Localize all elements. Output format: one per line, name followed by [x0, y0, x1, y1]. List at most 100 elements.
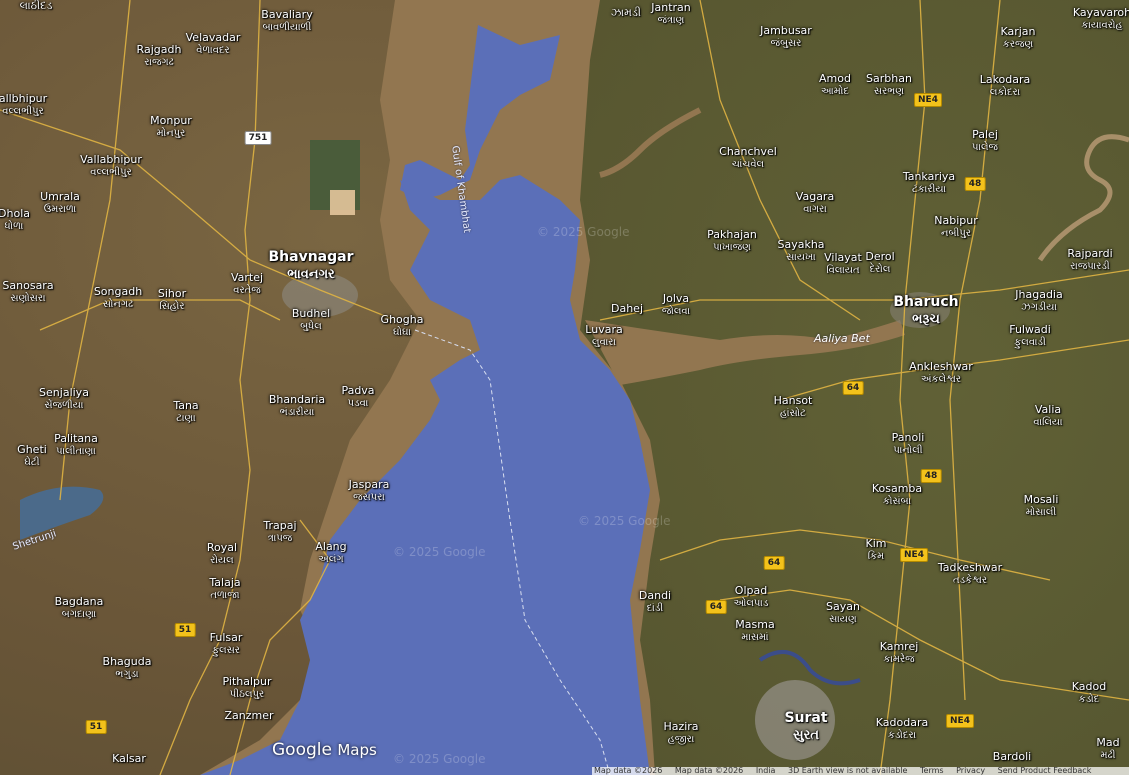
road-shield-51: 51 [85, 720, 107, 734]
place-label[interactable]: Trapaj ત્રાપજ [263, 519, 296, 545]
place-label[interactable]: Mosali મોસાલી [1024, 493, 1059, 519]
place-label[interactable]: Valia વાલિયા [1033, 403, 1062, 429]
road-shield-64: 64 [705, 600, 727, 614]
place-label[interactable]: Bhaguda ભગુડા [103, 655, 152, 681]
place-label[interactable]: Kalsar [112, 752, 146, 766]
place-label[interactable]: Hazira હજીરા [663, 720, 698, 746]
road-shield-ne4: NE4 [914, 93, 942, 107]
road-shield-48: 48 [920, 469, 942, 483]
place-label[interactable]: Zanzmer [224, 709, 273, 723]
road-shield-ne4: NE4 [900, 548, 928, 562]
place-label[interactable]: Amod આમોદ [819, 72, 851, 98]
place-label[interactable]: Luvara લુવારા [585, 323, 622, 349]
map-data-attribution: Map data ©2026 [594, 767, 663, 775]
place-label[interactable]: Sayakha સાયખા [777, 238, 824, 264]
place-label[interactable]: Kadodara કડોદરા [876, 716, 928, 742]
place-label[interactable]: Monpur મોનપુર [150, 114, 192, 140]
place-label[interactable]: Olpad ઓલપાડ [734, 584, 769, 610]
place-label[interactable]: Palitana પાલીતાણા [54, 432, 98, 458]
place-label[interactable]: Bhavnagar ભાવનગર [269, 249, 354, 283]
watermark: © 2025 Google [578, 514, 671, 528]
place-label[interactable]: Surat સુરત [784, 710, 827, 744]
place-label[interactable]: Dandi દાંડી [639, 589, 671, 615]
feedback-link[interactable]: Send Product Feedback [998, 767, 1092, 775]
place-label[interactable]: Tankariya ટંકારીયા [903, 170, 955, 196]
place-label[interactable]: Budhel બુધેલ [292, 307, 330, 333]
terms-link[interactable]: Terms [920, 767, 944, 775]
road-shield-51: 51 [174, 623, 196, 637]
earth-view-notice: 3D Earth view is not available [788, 767, 908, 775]
place-label[interactable]: Umrala ઉમરાળા [40, 190, 80, 216]
place-label[interactable]: Rajgadh રાજગઢ [137, 43, 182, 69]
place-label[interactable]: Jambusar જંબુસર [760, 24, 812, 50]
place-label[interactable]: Bagdana બગદાણા [55, 595, 104, 621]
place-label[interactable]: Hansot હાંસોટ [774, 394, 813, 420]
place-label[interactable]: Sarbhan સરભણ [866, 72, 912, 98]
place-label[interactable]: Bharuch ભરૂચ [893, 294, 958, 328]
place-label[interactable]: Sihor સિહોર [158, 287, 186, 313]
place-label[interactable]: Senjaliya સેંજળીયા [39, 386, 89, 412]
place-label[interactable]: Karjan કરજણ [1000, 25, 1035, 51]
place-label[interactable]: Bhandaria ભંડારીયા [269, 393, 325, 419]
place-label[interactable]: Kosamba કોસંબા [872, 482, 922, 508]
watermark: © 2025 Google [393, 752, 486, 766]
place-label[interactable]: Bavaliary બાવળીયાળી [261, 8, 312, 34]
place-label[interactable]: Lakodara લકોદરા [980, 73, 1031, 99]
watermark: © 2025 Google [393, 545, 486, 559]
region-label[interactable]: India [756, 767, 776, 775]
place-label[interactable]: Royal રોયલ [207, 541, 237, 567]
place-label[interactable]: Alang અલંગ [315, 540, 346, 566]
place-label[interactable]: Rajpardi રાજપારડી [1067, 247, 1112, 273]
place-label[interactable]: Sayan સાયણ [826, 600, 860, 626]
road-shield-48: 48 [964, 177, 986, 191]
place-label[interactable]: Vartej વરતેજ [231, 271, 263, 297]
place-label[interactable]: Velavadar વેળાવદર [186, 31, 241, 57]
place-label[interactable]: Talaja તળાજા [209, 576, 240, 602]
place-label[interactable]: Chanchvel ચાંચવેલ [719, 145, 777, 171]
road-shield-64: 64 [763, 556, 785, 570]
place-label[interactable]: Dhola ધોળા [0, 207, 30, 233]
place-label[interactable]: લાઠીદડ [20, 0, 53, 13]
place-label[interactable]: Tadkeshwar તડકેશ્વર [938, 561, 1002, 587]
place-label[interactable]: Padva પડવા [341, 384, 374, 410]
place-label[interactable]: Jhagadia ઝગડીયા [1015, 288, 1062, 314]
place-label[interactable]: Fulsar ફુલસર [210, 631, 243, 657]
place-label[interactable]: Vallabhipur વલ્લભીપુર [80, 153, 142, 179]
place-label[interactable]: Bardoli [993, 750, 1031, 764]
privacy-link[interactable]: Privacy [956, 767, 985, 775]
road-shield-751: 751 [244, 131, 272, 145]
place-label[interactable]: Kayavaroh કાયાવરોહ [1073, 6, 1129, 32]
place-label[interactable]: Ankleshwar અંકલેશ્વર [909, 360, 973, 386]
place-label[interactable]: Songadh સોનગઢ [94, 285, 142, 311]
place-label[interactable]: Kadod કડોદ [1072, 680, 1106, 706]
place-label[interactable]: Mad મઢી [1096, 736, 1119, 762]
place-label[interactable]: Derol દેરોલ [865, 250, 894, 276]
google-maps-logo: Google Maps [272, 740, 377, 760]
place-label[interactable]: Jantran જંત્રાણ [651, 1, 691, 27]
place-label[interactable]: Jaspara જસપરા [349, 478, 390, 504]
place-label[interactable]: Fulwadi ફુલવાડી [1009, 323, 1051, 349]
place-label[interactable]: Vilayat વિલાયત [824, 251, 862, 277]
road-shield-ne4: NE4 [946, 714, 974, 728]
place-label[interactable]: Vagara વાગરા [796, 190, 834, 216]
place-label[interactable]: Jolva જોલવા [662, 292, 690, 318]
place-label[interactable]: Pithalpur પીઠલપુર [222, 675, 271, 701]
place-label[interactable]: Masma માસમાં [735, 618, 774, 644]
place-label[interactable]: ઝામડી [611, 6, 641, 20]
road-shield-64: 64 [842, 381, 864, 395]
place-label[interactable]: Kim કિમ [866, 537, 887, 563]
place-label[interactable]: Ghogha ઘોઘા [381, 313, 424, 339]
place-label[interactable]: allbhipur વલ્લભીપુર [0, 92, 47, 118]
place-label[interactable]: Nabipur નબીપુર [934, 214, 977, 240]
place-label[interactable]: Dahej [611, 302, 643, 316]
place-label[interactable]: Panoli પાનોલી [892, 431, 925, 457]
map-data-attribution: Map data ©2026 [674, 767, 744, 775]
place-label[interactable]: Palej પાલેજ [972, 128, 998, 154]
place-label[interactable]: Gheti ઘેટી [17, 443, 47, 469]
place-label[interactable]: Pakhajan પાખાજણ [707, 228, 757, 254]
map-footer: Map data ©2026 Map data ©2026 India 3D E… [592, 767, 1129, 775]
aaliya-bet-label: Aaliya Bet [814, 332, 870, 345]
place-label[interactable]: Tana ટાણા [173, 399, 198, 425]
place-label[interactable]: Kamrej કામરેજ [880, 640, 919, 666]
place-label[interactable]: Sanosara સણોસરા [2, 279, 53, 305]
